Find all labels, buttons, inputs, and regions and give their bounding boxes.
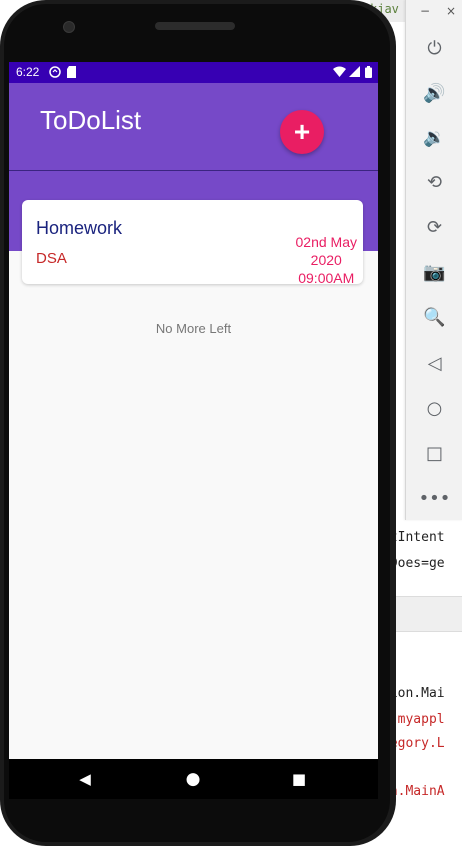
back-icon: ◁ xyxy=(427,352,442,374)
rotate-right-button[interactable]: ⟳ xyxy=(406,212,462,242)
rotate-right-icon: ⟳ xyxy=(426,216,443,238)
zoom-icon: 🔍 xyxy=(423,306,446,328)
system-nav-bar: ◀ ● ■ xyxy=(9,759,378,799)
recents-square-icon: ■ xyxy=(291,770,307,788)
emulator-toolbar: − × ⏻ 🔊 🔉 ⟲ ⟳ 📷 🔍 ◁ ○ □ ••• xyxy=(405,0,462,520)
battery-icon xyxy=(365,66,372,81)
add-task-button[interactable]: + xyxy=(280,110,324,154)
zoom-button[interactable]: 🔍 xyxy=(406,302,462,332)
minimize-button[interactable]: − xyxy=(420,4,430,18)
nav-recents-button[interactable]: ■ xyxy=(287,767,311,791)
power-icon: ⏻ xyxy=(427,37,442,59)
back-triangle-icon: ◀ xyxy=(79,770,91,788)
camera-button[interactable]: 📷 xyxy=(406,257,462,287)
home-icon: ○ xyxy=(426,397,443,419)
phone-frame: 6:22 ToDoList + Homework DSA 02nd May 2020 0… xyxy=(0,0,396,846)
overview-icon: □ xyxy=(425,442,443,464)
volume-up-button[interactable]: 🔊 xyxy=(406,78,462,108)
more-icon: ••• xyxy=(418,487,451,509)
task-year: 2020 xyxy=(310,252,342,268)
status-time: 6:22 xyxy=(16,65,40,79)
empty-list-message: No More Left xyxy=(155,321,232,336)
sd-card-icon xyxy=(67,66,77,81)
camera-icon: 📷 xyxy=(423,261,446,283)
phone-screen: 6:22 ToDoList + Homework DSA 02nd May 2020 0… xyxy=(9,62,378,759)
more-button[interactable]: ••• xyxy=(406,483,462,513)
task-time: 09:00AM xyxy=(298,270,355,286)
home-circle-icon: ● xyxy=(185,769,201,789)
nav-home-button[interactable]: ● xyxy=(181,767,205,791)
volume-down-button[interactable]: 🔉 xyxy=(406,122,462,152)
nav-back-button[interactable]: ◀ xyxy=(73,767,97,791)
app-title: ToDoList xyxy=(40,105,142,135)
volume-up-icon: 🔊 xyxy=(423,82,446,104)
sync-icon xyxy=(49,66,61,81)
back-button[interactable]: ◁ xyxy=(406,348,462,378)
front-camera xyxy=(63,21,75,33)
task-category: DSA xyxy=(36,250,67,267)
app-toolbar: ToDoList + xyxy=(9,83,378,171)
volume-down-icon: 🔉 xyxy=(423,126,446,148)
wifi-icon xyxy=(333,66,346,80)
home-button[interactable]: ○ xyxy=(406,393,462,423)
task-datetime: 02nd May 2020 09:00AM xyxy=(296,233,357,287)
status-bar: 6:22 xyxy=(9,62,378,83)
task-title: Homework xyxy=(36,218,123,238)
power-button[interactable]: ⏻ xyxy=(406,33,462,63)
earpiece-speaker xyxy=(155,22,235,30)
rotate-left-icon: ⟲ xyxy=(426,171,443,193)
signal-icon xyxy=(349,66,360,80)
task-date: 02nd May xyxy=(295,234,357,250)
task-card[interactable]: Homework DSA 02nd May 2020 09:00AM xyxy=(22,200,363,287)
rotate-left-button[interactable]: ⟲ xyxy=(406,167,462,197)
close-button[interactable]: × xyxy=(446,4,456,18)
overview-button[interactable]: □ xyxy=(406,438,462,468)
